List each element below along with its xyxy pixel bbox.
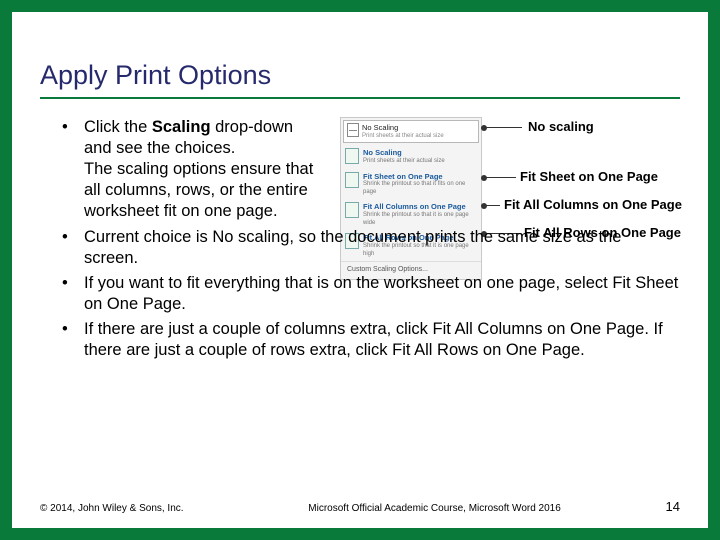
bullet-1-bold: Scaling [152, 118, 211, 136]
bullet-4: If there are just a couple of columns ex… [40, 319, 680, 361]
callout-fit-columns: Fit All Columns on One Page [504, 197, 682, 214]
opt0-t2: Print sheets at their actual size [363, 158, 477, 166]
dropdown-option-fit-sheet[interactable]: Fit Sheet on One PageShrink the printout… [341, 169, 481, 200]
bullet-1-pre: Click the [84, 118, 152, 136]
page-icon [345, 172, 359, 188]
footer-course: Microsoft Official Academic Course, Micr… [184, 503, 666, 514]
bullet-3: If you want to fit everything that is on… [40, 273, 680, 315]
page-icon [347, 123, 359, 137]
opt2-t1: Fit All Columns on One Page [363, 202, 477, 212]
callout-no-scaling: No scaling [528, 119, 594, 136]
callout-fit-sheet: Fit Sheet on One Page [520, 169, 658, 186]
dropdown-option-no-scaling[interactable]: No ScalingPrint sheets at their actual s… [341, 145, 481, 168]
bullet-1-text: Click the Scaling drop-down and see the … [84, 117, 319, 223]
dropdown-selected[interactable]: No Scaling Print sheets at their actual … [343, 120, 479, 143]
content-area: Click the Scaling drop-down and see the … [40, 117, 680, 361]
opt2-t2: Shrink the printout so that it is one pa… [363, 212, 477, 227]
slide: Apply Print Options Click the Scaling dr… [12, 12, 708, 528]
callout-lead-1 [482, 127, 522, 128]
page-title: Apply Print Options [40, 60, 680, 91]
footer-page-number: 14 [666, 499, 680, 514]
page-icon [345, 148, 359, 164]
callout-lead-2 [482, 177, 516, 178]
callout-lead-3 [482, 205, 500, 206]
page-icon [345, 202, 359, 218]
slide-footer: © 2014, John Wiley & Sons, Inc. Microsof… [40, 499, 680, 514]
opt1-t2: Shrink the printout so that it fits on o… [363, 181, 477, 196]
bullet-list: Click the Scaling drop-down and see the … [40, 117, 680, 361]
bullet-1: Click the Scaling drop-down and see the … [40, 117, 680, 223]
opt0-t1: No Scaling [363, 148, 477, 158]
opt1-t1: Fit Sheet on One Page [363, 172, 477, 182]
dropdown-selected-sub: Print sheets at their actual size [362, 133, 475, 141]
footer-copyright: © 2014, John Wiley & Sons, Inc. [40, 503, 184, 514]
bullet-2: Current choice is No scaling, so the doc… [40, 227, 680, 269]
dropdown-selected-title: No Scaling [362, 123, 475, 133]
title-rule [40, 97, 680, 99]
